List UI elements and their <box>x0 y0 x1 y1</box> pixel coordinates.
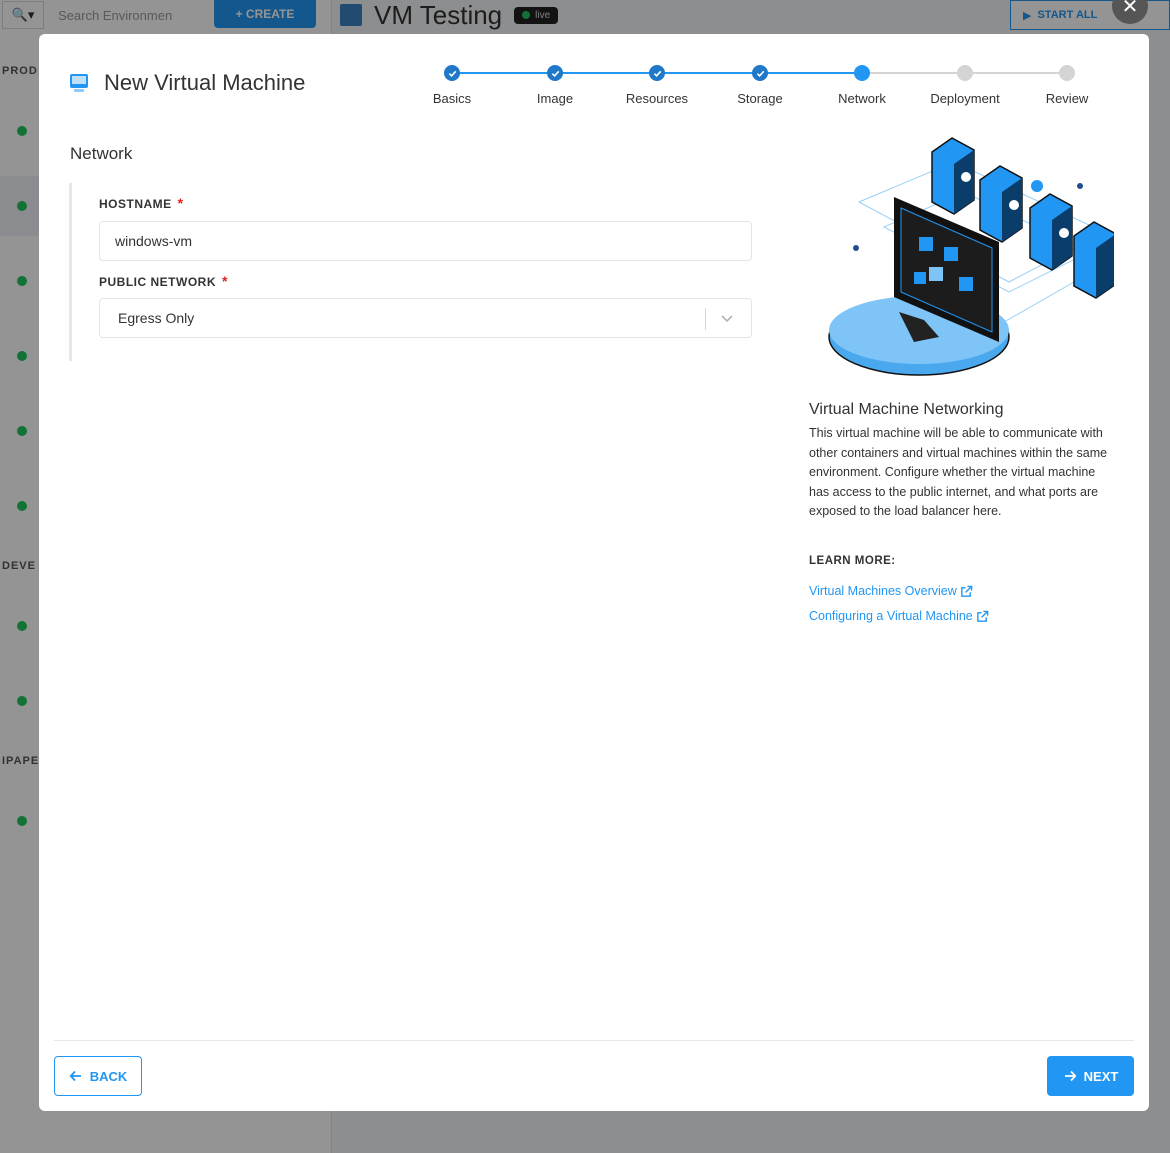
close-icon: ✕ <box>1121 0 1139 18</box>
checkmark-icon <box>551 70 559 77</box>
server-rack-icon <box>1073 221 1114 299</box>
new-vm-modal: New Virtual Machine Basics Image Resourc… <box>39 34 1149 1111</box>
back-button-label: BACK <box>89 1068 128 1084</box>
modal-header: New Virtual Machine Basics Image Resourc… <box>39 34 1149 134</box>
info-title: Virtual Machine Networking <box>809 401 1004 418</box>
step-basics-dot[interactable] <box>444 65 460 81</box>
step-deployment-dot[interactable] <box>957 65 973 81</box>
step-storage-label[interactable]: Storage <box>710 91 810 106</box>
step-resources-label[interactable]: Resources <box>607 91 707 106</box>
learn-more-heading: LEARN MORE: <box>809 555 896 567</box>
step-resources-dot[interactable] <box>649 65 665 81</box>
networking-illustration <box>828 137 1114 376</box>
info-description: This virtual machine will be able to com… <box>809 426 1108 518</box>
footer-divider <box>54 1040 1134 1041</box>
public-network-value: Egress Only <box>118 310 195 326</box>
step-network-dot[interactable] <box>854 65 870 81</box>
step-image-dot[interactable] <box>547 65 563 81</box>
network-form: HOSTNAME * windows-vm PUBLIC NETWORK * Egr… <box>69 183 752 361</box>
arrow-right-icon <box>1064 1070 1077 1082</box>
checkmark-icon <box>756 70 764 77</box>
select-separator <box>705 308 706 330</box>
vm-overview-link-label: Virtual Machines Overview <box>809 584 957 598</box>
step-network-label[interactable]: Network <box>812 91 912 106</box>
hostname-label-text: HOSTNAME <box>99 197 172 211</box>
chevron-down-icon <box>721 315 733 323</box>
step-review-dot[interactable] <box>1059 65 1075 81</box>
step-image-label[interactable]: Image <box>505 91 605 106</box>
external-link-icon <box>976 610 989 622</box>
back-button[interactable]: BACK <box>54 1056 142 1096</box>
server-rack-icon <box>979 165 1023 243</box>
section-title: Network <box>70 144 133 163</box>
step-review-label[interactable]: Review <box>1017 91 1117 106</box>
step-deployment-label[interactable]: Deployment <box>915 91 1015 106</box>
public-network-label: PUBLIC NETWORK * <box>99 273 228 289</box>
checkmark-icon <box>448 70 456 77</box>
required-asterisk: * <box>222 273 228 289</box>
configuring-vm-link-label: Configuring a Virtual Machine <box>809 609 973 623</box>
vm-overview-link[interactable]: Virtual Machines Overview <box>809 584 973 598</box>
configuring-vm-link[interactable]: Configuring a Virtual Machine <box>809 609 989 623</box>
public-network-select[interactable]: Egress Only <box>99 298 752 338</box>
step-basics-label[interactable]: Basics <box>402 91 502 106</box>
server-rack-icon <box>1029 193 1073 271</box>
step-storage-dot[interactable] <box>752 65 768 81</box>
hostname-input[interactable]: windows-vm <box>99 221 752 261</box>
hostname-label: HOSTNAME * <box>99 195 184 211</box>
required-asterisk: * <box>177 195 184 211</box>
next-button[interactable]: NEXT <box>1047 1056 1134 1096</box>
modal-title: New Virtual Machine <box>104 70 306 95</box>
checkmark-icon <box>653 70 661 77</box>
next-button-label: NEXT <box>1083 1068 1119 1084</box>
external-link-icon <box>960 585 973 597</box>
server-rack-icon <box>931 137 975 215</box>
arrow-left-icon <box>69 1070 81 1082</box>
public-network-label-text: PUBLIC NETWORK <box>99 275 216 289</box>
computer-icon <box>70 74 88 92</box>
